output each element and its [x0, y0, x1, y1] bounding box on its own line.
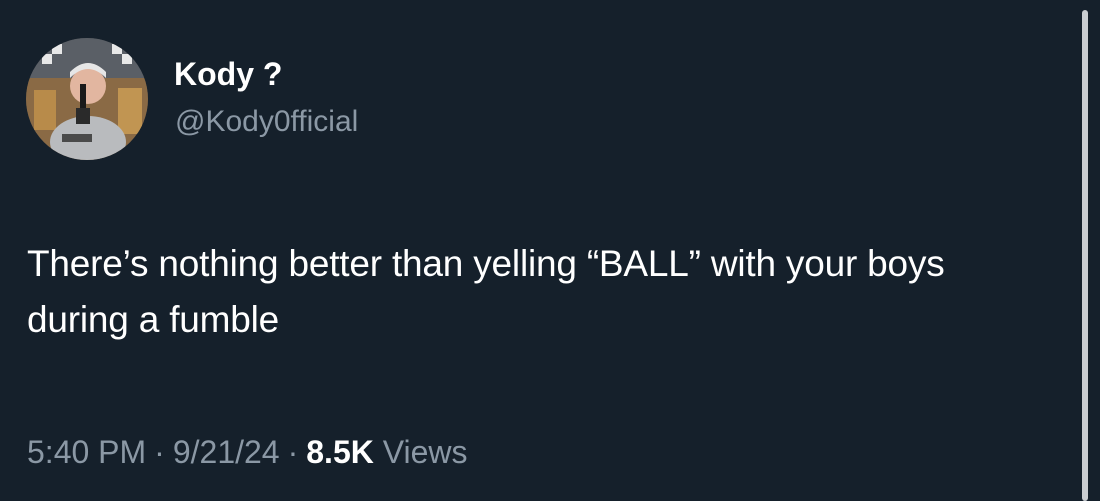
views-count: 8.5K: [306, 434, 374, 470]
tweet-card: Kody ? @Kody0fficial There’s nothing bet…: [0, 0, 1100, 501]
author-display-name[interactable]: Kody ?: [174, 56, 282, 92]
views-label: Views: [382, 434, 468, 470]
tweet-time[interactable]: 5:40 PM: [27, 434, 146, 470]
author-handle[interactable]: @Kody0fficial: [175, 104, 358, 140]
tweet-date[interactable]: 9/21/24: [173, 434, 280, 470]
meta-separator: ·: [154, 434, 165, 470]
avatar-photo-icon: [26, 38, 148, 160]
tweet-text: There’s nothing better than yelling “BAL…: [27, 243, 945, 340]
scrollbar[interactable]: [1082, 10, 1088, 501]
author-avatar[interactable]: [26, 38, 148, 160]
tweet-meta: 5:40 PM · 9/21/24 · 8.5K Views: [27, 432, 468, 472]
meta-separator: ·: [287, 434, 299, 470]
